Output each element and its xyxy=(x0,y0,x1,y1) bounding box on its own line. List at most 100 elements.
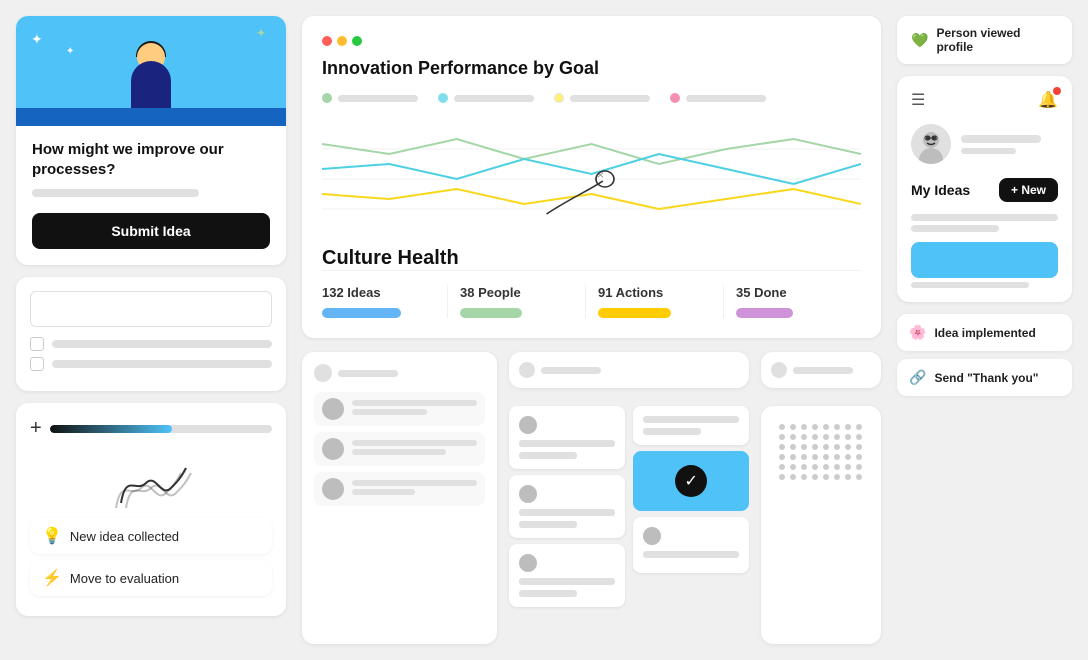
lightning-icon-dots xyxy=(771,362,787,378)
dots-grid-container xyxy=(761,406,881,644)
dots-header xyxy=(761,352,881,388)
plus-icon[interactable]: + xyxy=(30,417,42,440)
bulb-icon: 💡 xyxy=(42,526,62,546)
center-panel: Innovation Performance by Goal xyxy=(302,16,881,644)
mini-line-6 xyxy=(352,489,415,495)
illustration-figure xyxy=(111,31,191,111)
legend-dot-3 xyxy=(554,93,564,103)
kanban-avatar-1 xyxy=(519,416,537,434)
progress-section: + 💡 New idea collected ⚡ Move to eval xyxy=(16,403,286,616)
right-notif-text-1: Idea implemented xyxy=(934,326,1035,340)
comment-icon xyxy=(314,364,332,382)
mini-list-item-3[interactable] xyxy=(314,472,485,506)
idea-card-body: How might we improve our processes? Subm… xyxy=(16,126,286,265)
star-icon-1: ✦ xyxy=(31,31,43,48)
profile-info xyxy=(911,124,1058,164)
mini-list-item-1[interactable] xyxy=(314,392,485,426)
idea-card-title: How might we improve our processes? xyxy=(32,140,270,179)
idea-color-bar xyxy=(911,242,1058,278)
profile-name-bar xyxy=(961,135,1041,143)
my-ideas-label: My Ideas xyxy=(911,182,970,198)
dot-yellow xyxy=(337,36,347,46)
form-check-row-1 xyxy=(30,337,272,351)
mini-header-bar-1 xyxy=(338,370,398,377)
mini-header-1 xyxy=(314,364,485,382)
mini-avatar-2 xyxy=(322,438,344,460)
bell-area: 🔔 xyxy=(1038,90,1058,110)
legend-item-1 xyxy=(322,93,418,103)
chart-card: Innovation Performance by Goal xyxy=(302,16,881,338)
mini-line-3 xyxy=(352,440,477,446)
top-notification: 💚 Person viewed profile xyxy=(897,16,1072,64)
right-notif-thankyou: 🔗 Send "Thank you" xyxy=(897,359,1072,396)
mini-list-item-2[interactable] xyxy=(314,432,485,466)
flower-icon: 🌸 xyxy=(909,324,926,341)
kanban-line-8 xyxy=(643,428,701,435)
form-card xyxy=(16,277,286,391)
legend-dot-1 xyxy=(322,93,332,103)
kanban-line-5 xyxy=(519,578,615,585)
culture-title: Culture Health xyxy=(322,247,459,270)
chart-legend xyxy=(322,93,861,103)
kanban-card-3[interactable] xyxy=(509,544,625,607)
kanban-header xyxy=(509,352,749,388)
kanban-line-1 xyxy=(519,440,615,447)
stat-label-2: 38 People xyxy=(460,285,573,300)
dot-green xyxy=(352,36,362,46)
kanban-card-1[interactable] xyxy=(509,406,625,469)
check-circle: ✓ xyxy=(675,465,707,497)
idea-placeholder-lines xyxy=(911,214,1058,232)
kanban-col-2: ✓ xyxy=(633,406,749,644)
mini-line-5 xyxy=(352,480,477,486)
figure-body xyxy=(131,61,171,111)
profile-card-header: ☰ 🔔 xyxy=(911,90,1058,110)
legend-dot-4 xyxy=(670,93,680,103)
legend-text-1 xyxy=(338,95,418,102)
kanban-line-6 xyxy=(519,590,577,597)
kanban-line-4 xyxy=(519,521,577,528)
dots-section xyxy=(761,352,881,644)
kanban-cards-area: ✓ xyxy=(509,406,749,644)
kanban-line-7 xyxy=(643,416,739,423)
progress-bar-fill xyxy=(50,425,172,433)
squiggle-svg xyxy=(101,453,201,513)
stat-bar-4 xyxy=(736,308,793,318)
new-button[interactable]: + New xyxy=(999,178,1058,202)
form-check-row-2 xyxy=(30,357,272,371)
profile-avatar xyxy=(911,124,951,164)
stat-label-1: 132 Ideas xyxy=(322,285,435,300)
kanban-card-4[interactable] xyxy=(633,406,749,445)
right-notif-implemented: 🌸 Idea implemented xyxy=(897,314,1072,351)
avatar-svg xyxy=(911,124,951,164)
squiggle-area xyxy=(30,448,272,518)
window-dots xyxy=(322,36,861,46)
mini-text-3 xyxy=(352,480,477,498)
idea-card-placeholder xyxy=(32,189,199,197)
list-column-1 xyxy=(302,352,497,644)
blue-strip xyxy=(16,108,286,126)
idea-sub-bar xyxy=(911,282,1029,288)
top-notification-text: Person viewed profile xyxy=(936,26,1058,54)
kanban-avatar-3 xyxy=(519,554,537,572)
right-notifications: 🌸 Idea implemented 🔗 Send "Thank you" xyxy=(897,314,1072,396)
kanban-line-3 xyxy=(519,509,615,516)
lightning-icon: ⚡ xyxy=(42,568,62,588)
stat-item-4: 35 Done xyxy=(724,285,861,318)
dots-header-bar xyxy=(793,367,853,374)
mini-line-2 xyxy=(352,409,427,415)
legend-dot-2 xyxy=(438,93,448,103)
form-input-mock[interactable] xyxy=(30,291,272,327)
mini-line-4 xyxy=(352,449,446,455)
form-checkbox-2[interactable] xyxy=(30,357,44,371)
kanban-card-5[interactable] xyxy=(633,517,749,573)
kanban-card-2[interactable] xyxy=(509,475,625,538)
progress-row: + xyxy=(30,417,272,440)
kanban-card-selected[interactable]: ✓ xyxy=(633,451,749,511)
bottom-cards-row: ✓ xyxy=(302,352,881,644)
mini-avatar-1 xyxy=(322,398,344,420)
kanban-line-2 xyxy=(519,452,577,459)
submit-idea-button[interactable]: Submit Idea xyxy=(32,213,270,249)
mini-text-1 xyxy=(352,400,477,418)
hamburger-icon[interactable]: ☰ xyxy=(911,90,925,110)
form-checkbox-1[interactable] xyxy=(30,337,44,351)
